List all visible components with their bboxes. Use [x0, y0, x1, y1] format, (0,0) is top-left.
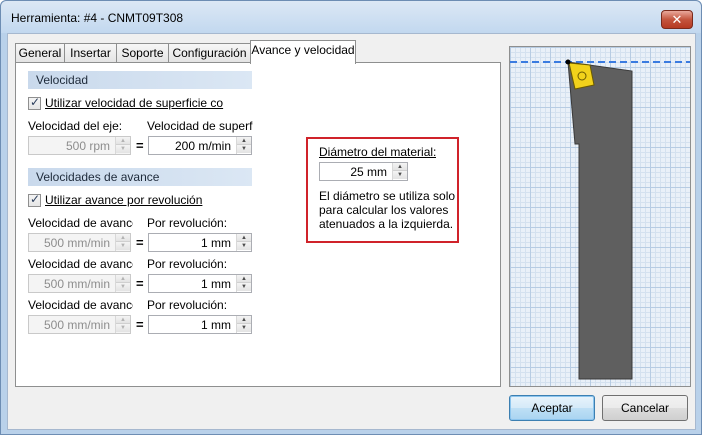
per-rev-field[interactable]: 1 mm ▲ ▼ — [148, 233, 252, 252]
spin-up-icon[interactable]: ▲ — [116, 316, 130, 324]
section-header-avance: Velocidades de avance — [28, 168, 252, 186]
tab-panel: Velocidad ✓ Utilizar velocidad de superf… — [15, 62, 501, 387]
spin-down-icon[interactable]: ▼ — [116, 242, 130, 250]
per-rev-field[interactable]: 1 mm ▲ ▼ — [148, 274, 252, 293]
spin-down-icon[interactable]: ▼ — [116, 145, 130, 153]
equals-sign: = — [136, 138, 144, 153]
per-rev-label: Por revolución: — [147, 216, 228, 230]
spin-down-icon[interactable]: ▼ — [237, 283, 251, 291]
section-header-velocidad: Velocidad — [28, 71, 252, 89]
surface-speed-label: Velocidad de superficie — [147, 119, 253, 133]
spinner-arrows: ▲ ▼ — [392, 163, 407, 180]
spin-up-icon[interactable]: ▲ — [237, 316, 251, 324]
spin-up-icon[interactable]: ▲ — [237, 275, 251, 283]
tab-configuracion[interactable]: Configuración — [168, 43, 251, 63]
spindle-speed-label: Velocidad del eje: — [28, 119, 123, 133]
per-rev-label: Por revolución: — [147, 298, 228, 312]
feed-rate-label: Velocidad de avance c — [28, 257, 133, 271]
feed-rate-field[interactable]: 500 mm/min ▲ ▼ — [28, 233, 131, 252]
spinner-arrows: ▲ ▼ — [115, 234, 130, 251]
spinner-arrows: ▲ ▼ — [115, 275, 130, 292]
spin-up-icon[interactable]: ▲ — [116, 275, 130, 283]
checkbox-label: Utilizar avance por revolución — [45, 193, 203, 207]
material-diameter-label: Diámetro del material: — [319, 145, 437, 159]
check-icon: ✓ — [30, 191, 41, 206]
per-rev-value: 1 mm — [201, 236, 231, 250]
spin-down-icon[interactable]: ▼ — [237, 324, 251, 332]
cancel-button[interactable]: Cancelar — [602, 395, 688, 421]
tab-general[interactable]: General — [15, 43, 65, 63]
feed-rate-field[interactable]: 500 mm/min ▲ ▼ — [28, 274, 131, 293]
per-rev-field[interactable]: 1 mm ▲ ▼ — [148, 315, 252, 334]
surface-speed-field[interactable]: 200 m/min ▲ ▼ — [148, 136, 252, 155]
tab-soporte[interactable]: Soporte — [116, 43, 169, 63]
spin-up-icon[interactable]: ▲ — [116, 137, 130, 145]
equals-sign: = — [136, 317, 144, 332]
spinner-arrows: ▲ ▼ — [115, 137, 130, 154]
spinner-arrows: ▲ ▼ — [236, 316, 251, 333]
spin-down-icon[interactable]: ▼ — [393, 171, 407, 179]
material-diameter-field[interactable]: 25 mm ▲ ▼ — [319, 162, 408, 181]
checkbox-box: ✓ — [28, 94, 41, 110]
spin-up-icon[interactable]: ▲ — [393, 163, 407, 171]
dialog-client-area: General Insertar Soporte Configuración A… — [7, 33, 696, 430]
feed-rate-value: 500 mm/min — [43, 318, 110, 332]
spindle-speed-value: 500 rpm — [65, 139, 110, 153]
spin-down-icon[interactable]: ▼ — [116, 324, 130, 332]
spin-down-icon[interactable]: ▼ — [237, 145, 251, 153]
tool-holder — [567, 61, 633, 380]
tab-label: Soporte — [121, 46, 164, 60]
checkbox-label: Utilizar velocidad de superficie co — [45, 96, 224, 110]
per-rev-value: 1 mm — [201, 277, 231, 291]
per-rev-label: Por revolución: — [147, 257, 228, 271]
check-icon: ✓ — [30, 94, 41, 109]
equals-sign: = — [136, 276, 144, 291]
tab-insertar[interactable]: Insertar — [64, 43, 117, 63]
material-diameter-callout: Diámetro del material: 25 mm ▲ ▼ El diám… — [306, 137, 459, 243]
spin-down-icon[interactable]: ▼ — [237, 242, 251, 250]
per-rev-value: 1 mm — [201, 318, 231, 332]
feed-rate-value: 500 mm/min — [43, 277, 110, 291]
spinner-arrows: ▲ ▼ — [236, 137, 251, 154]
spinner-arrows: ▲ ▼ — [236, 275, 251, 292]
tool-preview — [509, 46, 691, 387]
spin-up-icon[interactable]: ▲ — [237, 137, 251, 145]
close-icon: ✕ — [671, 11, 683, 27]
use-per-rev-checkbox[interactable]: ✓ Utilizar avance por revolución — [28, 192, 202, 208]
spinner-arrows: ▲ ▼ — [115, 316, 130, 333]
spin-up-icon[interactable]: ▲ — [237, 234, 251, 242]
surface-speed-value: 200 m/min — [174, 139, 231, 153]
feed-rate-value: 500 mm/min — [43, 236, 110, 250]
material-diameter-note: El diámetro se utiliza solo para calcula… — [319, 189, 456, 231]
equals-sign: = — [136, 235, 144, 250]
tool-tip-point — [565, 59, 571, 65]
feed-rate-label: Velocidad de avance c — [28, 216, 133, 230]
feed-rate-label: Velocidad de avance c — [28, 298, 133, 312]
tab-avance-y-velocidad[interactable]: Avance y velocidad — [250, 40, 356, 64]
spin-down-icon[interactable]: ▼ — [116, 283, 130, 291]
tab-label: Configuración — [172, 46, 247, 60]
spin-up-icon[interactable]: ▲ — [116, 234, 130, 242]
checkbox-box: ✓ — [28, 191, 41, 207]
tool-drawing — [510, 59, 690, 380]
dialog-window: Herramienta: #4 - CNMT09T308 ✕ General I… — [0, 0, 702, 435]
feed-rate-field[interactable]: 500 mm/min ▲ ▼ — [28, 315, 131, 334]
use-surface-speed-checkbox[interactable]: ✓ Utilizar velocidad de superficie co — [28, 95, 223, 111]
spinner-arrows: ▲ ▼ — [236, 234, 251, 251]
close-button[interactable]: ✕ — [661, 10, 693, 29]
window-title: Herramienta: #4 - CNMT09T308 — [11, 11, 184, 25]
material-diameter-value: 25 mm — [350, 165, 387, 179]
title-bar: Herramienta: #4 - CNMT09T308 ✕ — [1, 1, 701, 33]
tab-label: Avance y velocidad — [251, 43, 355, 57]
tab-label: Insertar — [70, 46, 111, 60]
tab-label: General — [18, 46, 62, 60]
accept-button[interactable]: Aceptar — [509, 395, 595, 421]
spindle-speed-field[interactable]: 500 rpm ▲ ▼ — [28, 136, 131, 155]
